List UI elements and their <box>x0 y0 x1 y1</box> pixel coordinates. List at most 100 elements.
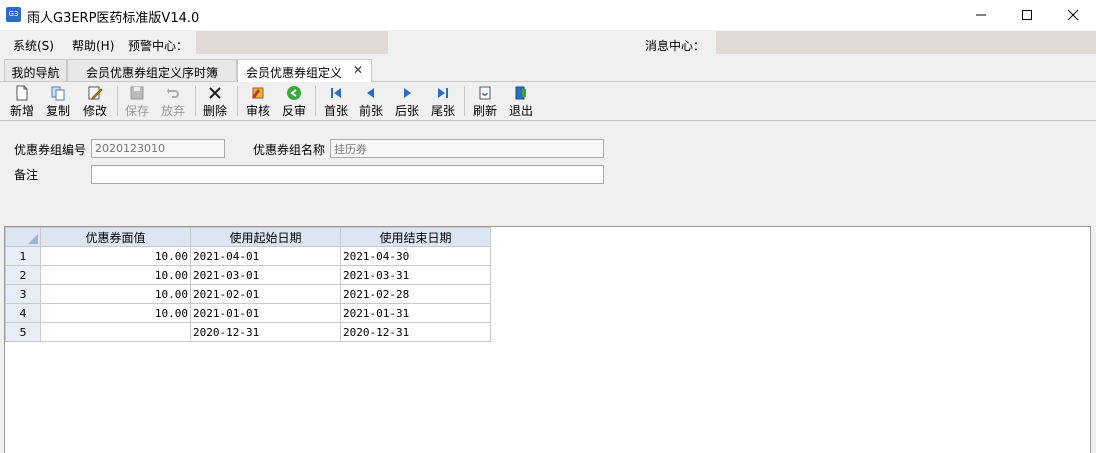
column-header-end-date[interactable]: 使用结束日期 <box>340 227 491 247</box>
tab-my-navigation[interactable]: 我的导航 <box>4 59 67 81</box>
end-date-cell[interactable]: 2021-01-31 <box>340 303 491 323</box>
end-date-cell[interactable]: 2021-04-30 <box>340 246 491 266</box>
unapprove-button[interactable]: 反审 <box>276 84 312 118</box>
tab-close-icon[interactable]: ✕ <box>353 63 363 77</box>
toolbar-separator <box>117 86 118 116</box>
message-center-label: 消息中心： <box>645 39 706 53</box>
edit-label: 修改 <box>82 104 107 118</box>
row-number[interactable]: 5 <box>5 322 41 342</box>
table-row[interactable]: 5 2020-12-31 2020-12-31 <box>5 322 491 342</box>
group-no-label: 优惠券组编号 <box>14 143 87 157</box>
title-bar: G3 雨人G3ERP医药标准版V14.0 <box>0 0 1096 30</box>
row-number[interactable]: 1 <box>5 246 41 266</box>
coupon-value-cell[interactable]: 10.00 <box>40 246 191 266</box>
maximize-button[interactable] <box>1004 0 1050 30</box>
start-date-cell[interactable]: 2021-02-01 <box>190 284 341 304</box>
first-label: 首张 <box>323 104 348 118</box>
last-label: 尾张 <box>430 104 455 118</box>
discard-label: 放弃 <box>160 104 185 118</box>
remark-field[interactable] <box>91 165 604 184</box>
row-number[interactable]: 2 <box>5 265 41 285</box>
app-icon: G3 <box>6 7 21 22</box>
delete-button[interactable]: 删除 <box>197 84 233 118</box>
start-date-cell[interactable]: 2021-03-01 <box>190 265 341 285</box>
toolbar-separator <box>195 86 196 116</box>
row-number[interactable]: 3 <box>5 284 41 304</box>
select-all-triangle-icon <box>28 234 38 244</box>
approve-stamp-icon <box>252 87 264 99</box>
exit-door-icon <box>515 86 526 100</box>
last-button[interactable]: 尾张 <box>425 84 461 118</box>
table-row[interactable]: 1 10.00 2021-04-01 2021-04-30 <box>5 246 491 266</box>
close-window-button[interactable] <box>1050 0 1096 30</box>
tab-coupon-group-definition[interactable]: 会员优惠券组定义 <box>237 59 372 82</box>
toolbar-separator <box>464 86 465 116</box>
start-date-cell[interactable]: 2021-04-01 <box>190 246 341 266</box>
last-record-icon <box>438 88 448 98</box>
window-title: 雨人G3ERP医药标准版V14.0 <box>27 11 200 26</box>
table-row[interactable]: 4 10.00 2021-01-01 2021-01-31 <box>5 303 491 323</box>
exit-label: 退出 <box>508 104 533 118</box>
message-center-panel[interactable] <box>716 31 1096 54</box>
save-button[interactable]: 保存 <box>119 84 155 118</box>
maximize-icon <box>1022 10 1032 20</box>
tab-label: 会员优惠券组定义 <box>246 66 343 80</box>
coupon-value-cell[interactable]: 10.00 <box>40 284 191 304</box>
end-date-cell[interactable]: 2021-03-31 <box>340 265 491 285</box>
table-row[interactable]: 2 10.00 2021-03-01 2021-03-31 <box>5 265 491 285</box>
group-no-field[interactable] <box>91 139 225 158</box>
column-header-coupon-value[interactable]: 优惠券面值 <box>40 227 191 247</box>
tab-label: 我的导航 <box>11 66 60 80</box>
refresh-icon <box>479 86 491 100</box>
coupon-value-cell[interactable]: 10.00 <box>40 265 191 285</box>
menu-system[interactable]: 系统(S) <box>13 37 54 54</box>
new-button[interactable]: 新增 <box>4 84 40 118</box>
unapprove-icon <box>287 86 301 100</box>
prev-button[interactable]: 前张 <box>353 84 389 118</box>
unapprove-label: 反审 <box>281 104 306 118</box>
new-document-icon <box>16 85 28 101</box>
first-record-icon <box>331 88 341 98</box>
undo-icon <box>167 88 179 98</box>
minimize-button[interactable] <box>958 0 1004 30</box>
tab-coupon-group-list[interactable]: 会员优惠券组定义序时簿 <box>67 59 237 81</box>
group-name-field[interactable] <box>330 139 604 158</box>
next-button[interactable]: 后张 <box>389 84 425 118</box>
end-date-cell[interactable]: 2021-02-28 <box>340 284 491 304</box>
next-record-icon <box>404 88 411 98</box>
edit-button[interactable]: 修改 <box>77 84 113 118</box>
start-date-cell[interactable]: 2020-12-31 <box>190 322 341 342</box>
group-name-label: 优惠券组名称 <box>253 143 326 157</box>
alert-center-label: 预警中心： <box>128 39 189 53</box>
new-label: 新增 <box>9 104 34 118</box>
table-row[interactable]: 3 10.00 2021-02-01 2021-02-28 <box>5 284 491 304</box>
prev-label: 前张 <box>358 104 383 118</box>
prev-record-icon <box>367 88 374 98</box>
copy-icon <box>51 86 65 101</box>
copy-label: 复制 <box>45 104 70 118</box>
coupon-value-cell[interactable] <box>40 322 191 342</box>
toolbar-separator <box>237 86 238 116</box>
coupon-grid: 优惠券面值 使用起始日期 使用结束日期 1 10.00 2021-04-01 2… <box>5 227 491 342</box>
first-button[interactable]: 首张 <box>318 84 354 118</box>
remark-label: 备注 <box>14 168 39 182</box>
column-header-start-date[interactable]: 使用起始日期 <box>190 227 341 247</box>
refresh-label: 刷新 <box>472 104 497 118</box>
minimize-icon <box>976 14 986 16</box>
copy-button[interactable]: 复制 <box>40 84 76 118</box>
grid-corner-cell[interactable] <box>5 227 41 247</box>
alert-center-panel[interactable] <box>196 31 388 54</box>
menu-help[interactable]: 帮助(H) <box>72 37 114 54</box>
refresh-button[interactable]: 刷新 <box>467 84 503 118</box>
toolbar-separator <box>315 86 316 116</box>
delete-label: 删除 <box>202 104 227 118</box>
discard-button[interactable]: 放弃 <box>155 84 191 118</box>
start-date-cell[interactable]: 2021-01-01 <box>190 303 341 323</box>
exit-button[interactable]: 退出 <box>503 84 539 118</box>
save-label: 保存 <box>124 104 149 118</box>
approve-button[interactable]: 审核 <box>240 84 276 118</box>
edit-icon <box>88 86 103 101</box>
row-number[interactable]: 4 <box>5 303 41 323</box>
coupon-value-cell[interactable]: 10.00 <box>40 303 191 323</box>
end-date-cell[interactable]: 2020-12-31 <box>340 322 491 342</box>
